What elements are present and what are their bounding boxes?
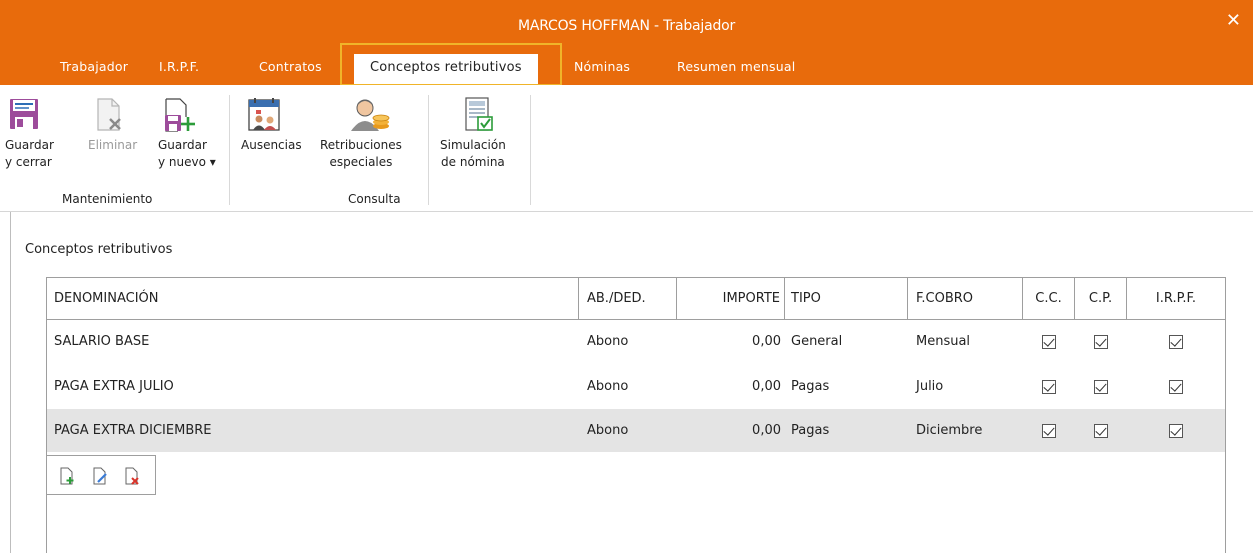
edit-document-icon[interactable] bbox=[92, 467, 108, 485]
eliminar-label: Eliminar bbox=[88, 138, 138, 152]
retribuciones-label-2: especiales bbox=[329, 155, 393, 169]
table-row[interactable]: PAGA EXTRA JULIO Abono 0,00 Pagas Julio bbox=[47, 365, 1225, 408]
retribuciones-label-1: Retribuciones bbox=[320, 138, 402, 152]
cp-checkbox[interactable] bbox=[1094, 423, 1108, 438]
tab-irpf[interactable]: I.R.P.F. bbox=[159, 59, 199, 74]
cell-denominacion: PAGA EXTRA JULIO bbox=[54, 379, 174, 394]
cell-fcobro: Julio bbox=[916, 379, 944, 394]
cp-checkbox[interactable] bbox=[1094, 334, 1108, 349]
header-cp[interactable]: C.P. bbox=[1075, 278, 1127, 319]
cell-abded: Abono bbox=[587, 334, 629, 349]
save-new-icon bbox=[158, 97, 216, 133]
row-actions-toolbar bbox=[46, 455, 156, 495]
simulacion-nomina-button[interactable]: Simulación de nómina bbox=[440, 97, 506, 171]
cell-tipo: General bbox=[791, 334, 843, 349]
guardar-cerrar-button[interactable]: Guardar y cerrar bbox=[5, 97, 54, 171]
cell-cp bbox=[1075, 409, 1127, 452]
header-importe[interactable]: IMPORTE bbox=[677, 278, 785, 319]
irpf-checkbox[interactable] bbox=[1169, 423, 1183, 438]
eliminar-button[interactable]: Eliminar bbox=[88, 97, 137, 154]
window-title: MARCOS HOFFMAN - Trabajador bbox=[517, 18, 736, 34]
conceptos-table: DENOMINACIÓN AB./DED. IMPORTE TIPO F.COB… bbox=[46, 277, 1226, 553]
header-tipo[interactable]: TIPO bbox=[785, 278, 908, 319]
simulacion-label-2: de nómina bbox=[441, 155, 505, 169]
group-separator bbox=[229, 95, 230, 205]
guardar-nuevo-button[interactable]: Guardar y nuevo ▾ bbox=[158, 97, 216, 171]
panel-border bbox=[10, 212, 11, 553]
save-close-icon bbox=[5, 97, 54, 133]
cell-abded: Abono bbox=[587, 423, 629, 438]
delete-document-icon bbox=[88, 97, 137, 133]
header-irpf[interactable]: I.R.P.F. bbox=[1127, 278, 1225, 319]
table-header: DENOMINACIÓN AB./DED. IMPORTE TIPO F.COB… bbox=[47, 278, 1225, 320]
title-bar: MARCOS HOFFMAN - Trabajador ✕ bbox=[0, 0, 1253, 52]
cc-checkbox[interactable] bbox=[1042, 334, 1056, 349]
document-check-icon bbox=[440, 97, 506, 133]
guardar-cerrar-label-2: y cerrar bbox=[5, 155, 52, 169]
cell-denominacion: SALARIO BASE bbox=[54, 334, 150, 349]
tab-conceptos-retributivos[interactable]: Conceptos retributivos bbox=[354, 54, 538, 85]
cell-importe: 0,00 bbox=[752, 334, 781, 349]
cell-importe: 0,00 bbox=[752, 379, 781, 394]
tab-bar: Trabajador I.R.P.F. Contratos Conceptos … bbox=[0, 52, 1253, 85]
cell-cc bbox=[1023, 365, 1075, 408]
header-denominacion[interactable]: DENOMINACIÓN bbox=[47, 278, 579, 319]
section-title: Conceptos retributivos bbox=[25, 242, 173, 257]
cell-cc bbox=[1023, 320, 1075, 363]
cell-tipo: Pagas bbox=[791, 423, 830, 438]
add-document-icon[interactable] bbox=[59, 467, 75, 485]
group-label-consulta: Consulta bbox=[348, 192, 401, 206]
cell-irpf bbox=[1127, 320, 1225, 363]
header-cc[interactable]: C.C. bbox=[1023, 278, 1075, 319]
header-abded[interactable]: AB./DED. bbox=[579, 278, 677, 319]
cell-fcobro: Diciembre bbox=[916, 423, 983, 438]
table-row[interactable]: SALARIO BASE Abono 0,00 General Mensual bbox=[47, 320, 1225, 363]
cell-irpf bbox=[1127, 409, 1225, 452]
group-separator bbox=[428, 95, 429, 205]
delete-document-icon[interactable] bbox=[124, 467, 140, 485]
tab-trabajador[interactable]: Trabajador bbox=[60, 59, 128, 74]
retribuciones-especiales-button[interactable]: Retribuciones especiales bbox=[320, 97, 402, 171]
cell-cp bbox=[1075, 320, 1127, 363]
ribbon: Guardar y cerrar Eliminar Guardar y nuev… bbox=[0, 85, 1253, 212]
calendar-people-icon bbox=[241, 97, 302, 133]
guardar-cerrar-label-1: Guardar bbox=[5, 138, 54, 152]
tab-nominas[interactable]: Nóminas bbox=[574, 59, 630, 74]
cc-checkbox[interactable] bbox=[1042, 423, 1056, 438]
table-row-selected[interactable]: PAGA EXTRA DICIEMBRE Abono 0,00 Pagas Di… bbox=[47, 409, 1225, 452]
cell-importe: 0,00 bbox=[752, 423, 781, 438]
group-label-mantenimiento: Mantenimiento bbox=[62, 192, 153, 206]
cell-abded: Abono bbox=[587, 379, 629, 394]
irpf-checkbox[interactable] bbox=[1169, 334, 1183, 349]
close-icon[interactable]: ✕ bbox=[1226, 10, 1241, 31]
guardar-nuevo-label-1: Guardar bbox=[158, 138, 207, 152]
group-separator bbox=[530, 95, 531, 205]
tab-resumen-mensual[interactable]: Resumen mensual bbox=[677, 59, 795, 74]
header-fcobro[interactable]: F.COBRO bbox=[908, 278, 1023, 319]
cell-denominacion: PAGA EXTRA DICIEMBRE bbox=[54, 423, 212, 438]
cell-cp bbox=[1075, 365, 1127, 408]
ausencias-button[interactable]: Ausencias bbox=[241, 97, 302, 154]
tab-contratos[interactable]: Contratos bbox=[259, 59, 322, 74]
cp-checkbox[interactable] bbox=[1094, 379, 1108, 394]
person-coins-icon bbox=[320, 97, 402, 133]
irpf-checkbox[interactable] bbox=[1169, 379, 1183, 394]
cell-irpf bbox=[1127, 365, 1225, 408]
cell-tipo: Pagas bbox=[791, 379, 830, 394]
cell-cc bbox=[1023, 409, 1075, 452]
simulacion-label-1: Simulación bbox=[440, 138, 506, 152]
guardar-nuevo-label-2: y nuevo ▾ bbox=[158, 155, 216, 169]
cell-fcobro: Mensual bbox=[916, 334, 971, 349]
ausencias-label: Ausencias bbox=[241, 138, 302, 152]
cc-checkbox[interactable] bbox=[1042, 379, 1056, 394]
